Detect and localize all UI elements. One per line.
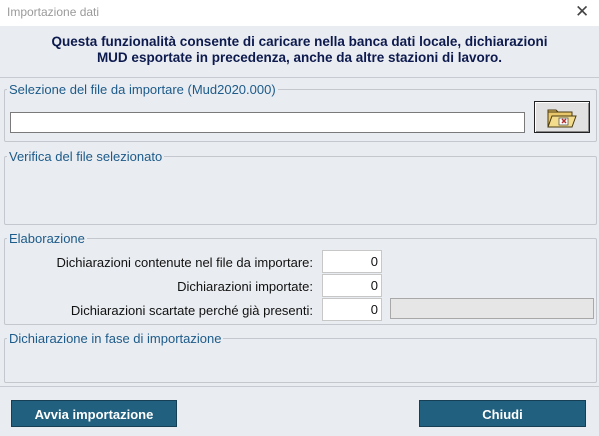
discarded-declarations-value: 0 [322, 298, 382, 321]
description-header: Questa funzionalità consente di caricare… [0, 26, 599, 78]
folder-open-icon [547, 109, 577, 128]
processing-legend: Elaborazione [9, 231, 85, 246]
import-progress-bar [390, 298, 594, 319]
file-selection-legend: Selezione del file da importare (Mud2020… [9, 82, 276, 97]
footer-divider [0, 386, 599, 387]
imported-declarations-value: 0 [322, 274, 382, 297]
verification-group: Verifica del file selezionato [4, 149, 597, 225]
dialog-body: Questa funzionalità consente di caricare… [0, 26, 599, 436]
discarded-declarations-label: Dichiarazioni scartate perché già presen… [70, 303, 313, 318]
imported-declarations-label: Dichiarazioni importate: [177, 279, 313, 294]
description-line-1: Questa funzionalità consente di caricare… [51, 34, 548, 49]
close-button[interactable]: Chiudi [419, 400, 586, 427]
description-text: Questa funzionalità consente di caricare… [0, 34, 599, 66]
current-declaration-group: Dichiarazione in fase di importazione [4, 331, 597, 383]
start-import-button[interactable]: Avvia importazione [11, 400, 177, 427]
verification-legend: Verifica del file selezionato [9, 149, 163, 164]
browse-file-button[interactable] [534, 101, 590, 133]
file-path-input[interactable] [10, 112, 525, 133]
description-line-2: MUD esportate in precedenza, anche da al… [96, 50, 503, 65]
close-icon[interactable]: ✕ [575, 3, 589, 21]
title-bar: Importazione dati ✕ [0, 0, 599, 26]
window-title: Importazione dati [7, 5, 100, 19]
current-declaration-legend: Dichiarazione in fase di importazione [9, 331, 222, 346]
total-declarations-value: 0 [322, 250, 382, 273]
total-declarations-label: Dichiarazioni contenute nel file da impo… [56, 255, 313, 270]
